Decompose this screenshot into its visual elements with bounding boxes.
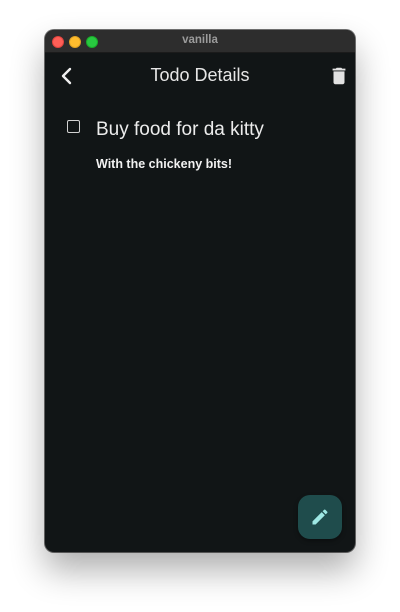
back-button[interactable] xyxy=(55,64,79,88)
edit-todo-button[interactable] xyxy=(298,495,342,539)
pencil-icon xyxy=(312,509,328,525)
todo-title: Buy food for da kitty xyxy=(96,119,264,140)
trash-icon xyxy=(332,67,346,85)
title-bar[interactable]: vanilla xyxy=(45,30,355,53)
todo-complete-checkbox[interactable] xyxy=(67,120,80,133)
chevron-left-icon xyxy=(61,67,72,85)
app-bar: Todo Details xyxy=(45,53,355,99)
page-title: Todo Details xyxy=(150,65,250,85)
app-window: vanilla Todo Details Buy food for da kit… xyxy=(45,30,355,552)
todo-description: With the chickeny bits! xyxy=(96,157,233,171)
window-title: vanilla xyxy=(182,34,218,46)
delete-button[interactable] xyxy=(328,65,350,87)
